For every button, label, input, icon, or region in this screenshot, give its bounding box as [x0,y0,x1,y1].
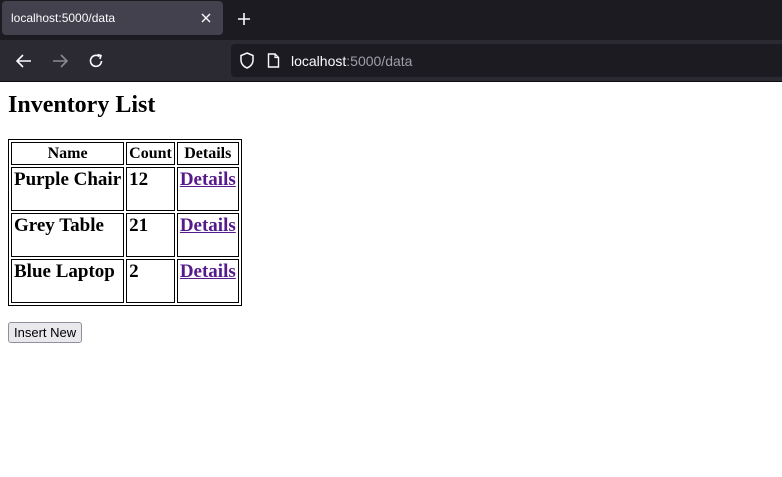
details-link[interactable]: Details [180,261,236,282]
table-row: Grey Table 21 Details [11,213,239,257]
table-header-row: Name Count Details [11,142,239,165]
insert-new-button[interactable]: Insert New [8,322,83,343]
page-icon[interactable] [265,53,281,69]
details-link[interactable]: Details [180,215,236,236]
details-link[interactable]: Details [180,169,236,190]
details-cell: Details [176,167,239,211]
item-name: Purple Chair [11,167,125,211]
inventory-table: Name Count Details Purple Chair 12 Detai… [8,139,242,306]
shield-icon[interactable] [238,52,256,70]
item-count: 21 [126,213,175,257]
new-tab-plus-icon[interactable] [233,8,255,30]
url-host: localhost [291,52,347,69]
item-name: Blue Laptop [11,259,125,303]
details-cell: Details [176,259,239,303]
details-cell: Details [176,213,239,257]
item-count: 12 [126,167,175,211]
table-row: Blue Laptop 2 Details [11,259,239,303]
tab-title: localhost:5000/data [11,11,116,25]
url-text: localhost:5000/data [291,53,412,69]
close-icon[interactable] [198,10,214,26]
url-bar[interactable]: localhost:5000/data [231,44,782,77]
page-content: Inventory List Name Count Details Purple… [0,91,782,343]
reload-icon[interactable] [83,48,109,74]
column-header-name: Name [11,142,125,165]
forward-arrow-icon[interactable] [47,48,73,74]
item-count: 2 [126,259,175,303]
url-path: :5000/data [346,52,413,69]
table-row: Purple Chair 12 Details [11,167,239,211]
browser-tab[interactable]: localhost:5000/data [2,1,223,35]
browser-nav-bar: localhost:5000/data [0,40,782,82]
browser-tab-strip: localhost:5000/data [0,0,782,40]
column-header-count: Count [126,142,175,165]
page-title: Inventory List [8,92,156,118]
item-name: Grey Table [11,213,125,257]
back-arrow-icon[interactable] [11,48,37,74]
column-header-details: Details [176,142,239,165]
